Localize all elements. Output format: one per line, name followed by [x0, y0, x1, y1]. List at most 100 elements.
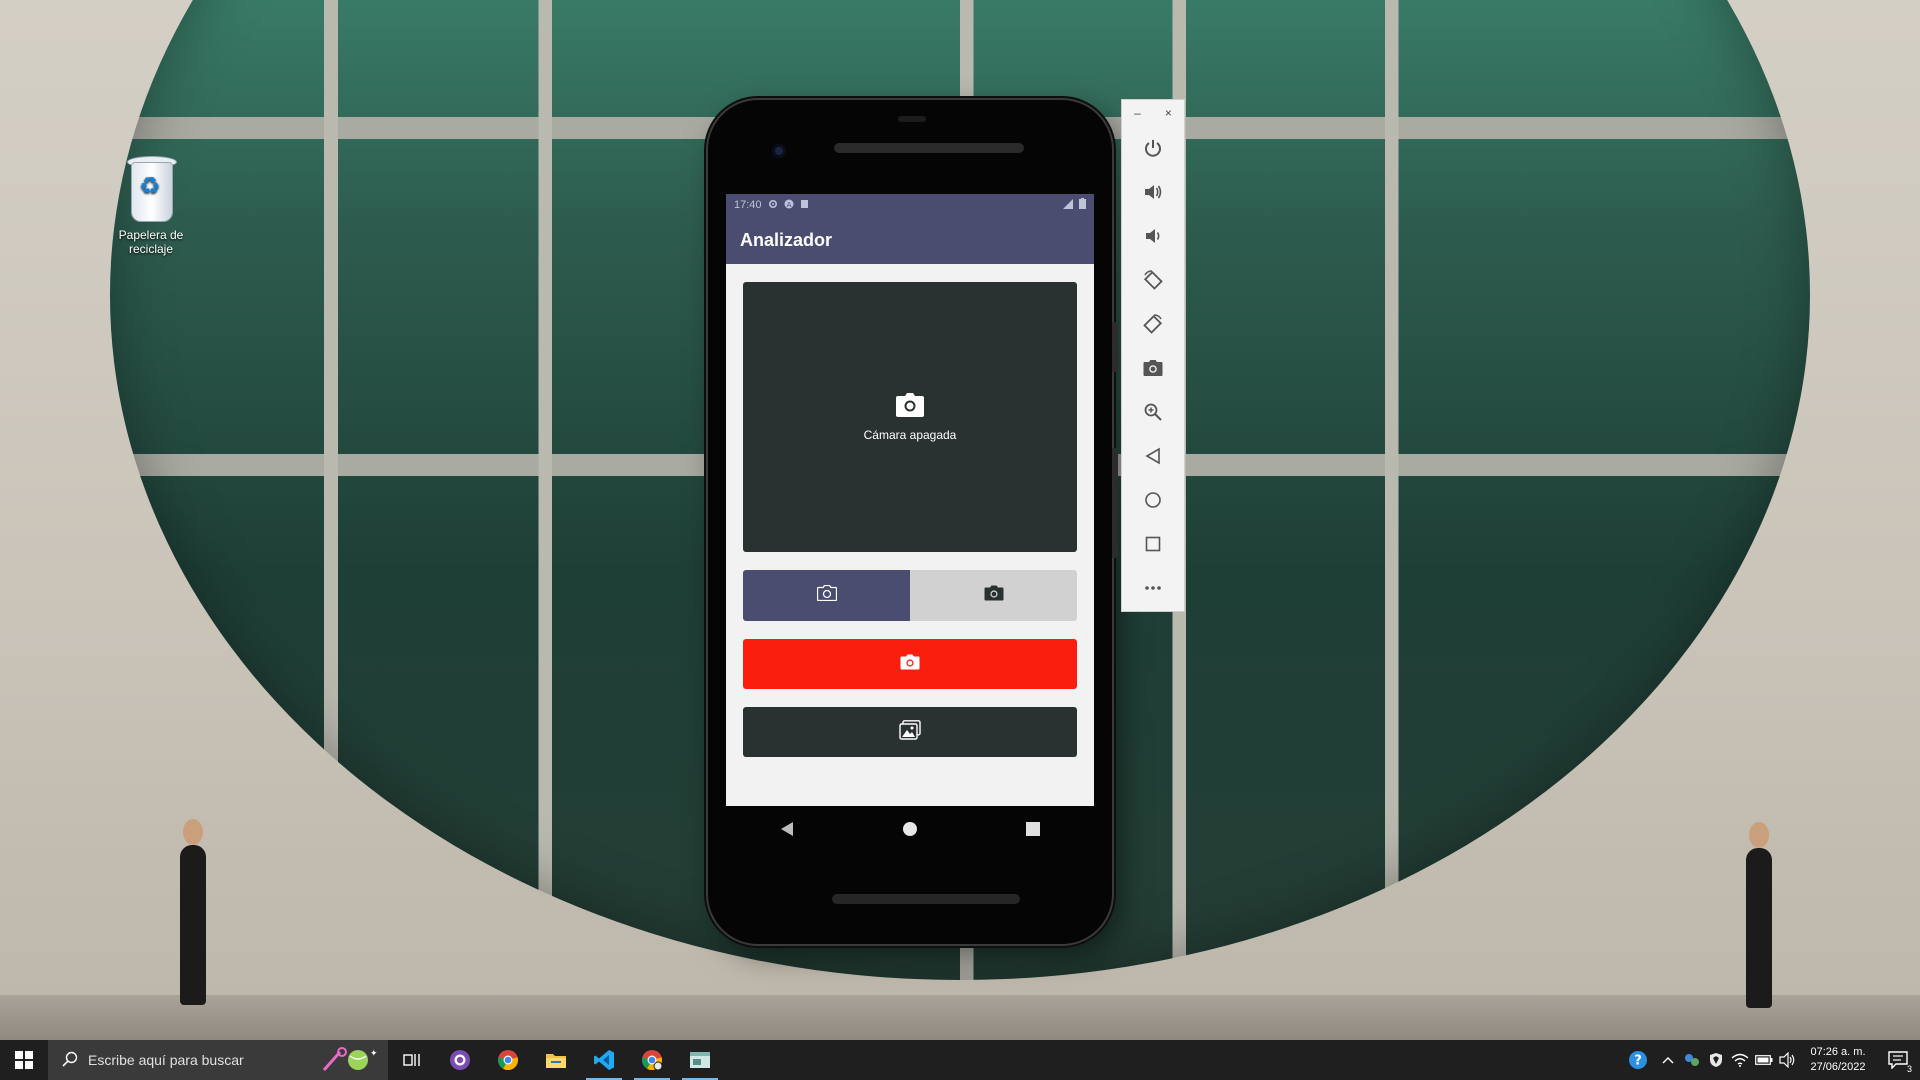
power-button[interactable] [1122, 126, 1184, 170]
search-highlight-icon: ✦ [320, 1046, 380, 1077]
toolbar-close-button[interactable]: × [1165, 106, 1172, 120]
svg-text:A: A [786, 201, 791, 209]
shield-icon [1710, 1053, 1722, 1067]
task-view-icon [403, 1054, 420, 1066]
front-camera [772, 144, 786, 158]
network-share-icon [1685, 1054, 1699, 1066]
camera-outline-icon [816, 584, 837, 606]
signal-icon [1063, 198, 1073, 212]
camera-switch-toggle [743, 570, 1077, 621]
start-button[interactable] [0, 1040, 48, 1080]
overview-button[interactable] [1122, 522, 1184, 566]
github-desktop-icon [450, 1050, 470, 1070]
more-options-button[interactable] [1122, 566, 1184, 610]
emulator-window-icon [690, 1052, 710, 1068]
recycle-bin-icon: ♻ [121, 152, 181, 224]
task-view-button[interactable] [388, 1040, 436, 1080]
overview-square-icon [1025, 822, 1040, 836]
svg-text:?: ? [1634, 1054, 1642, 1069]
phone-top-slit [898, 116, 926, 122]
vscode-icon [594, 1050, 614, 1070]
search-placeholder: Escribe aquí para buscar [88, 1052, 244, 1068]
gallery-icon [899, 719, 921, 745]
nav-overview-button[interactable] [1003, 822, 1063, 836]
camera-icon [896, 392, 924, 422]
camera-off-message: Cámara apagada [863, 427, 957, 442]
back-icon [1145, 447, 1160, 465]
system-tray: ? 07:26 a. m. 27/06/2022 3 [1620, 1040, 1920, 1080]
side-button-volume[interactable] [1112, 448, 1118, 558]
android-nav-bar [726, 806, 1094, 852]
taskbar-clock[interactable]: 07:26 a. m. 27/06/2022 [1800, 1045, 1876, 1075]
search-icon [62, 1051, 78, 1070]
taskbar-chrome[interactable] [484, 1040, 532, 1080]
clock-date: 27/06/2022 [1810, 1061, 1866, 1073]
toolbar-window-controls: – × [1122, 100, 1184, 126]
more-icon [1145, 586, 1161, 590]
tray-help[interactable]: ? [1620, 1040, 1656, 1080]
front-camera-option[interactable] [910, 570, 1077, 621]
settings-status-icon [768, 199, 778, 212]
back-triangle-icon [781, 822, 794, 836]
action-center-button[interactable]: 3 [1876, 1040, 1920, 1080]
recycle-bin-label: Papelera de reciclaje [118, 228, 184, 256]
open-gallery-button[interactable] [743, 707, 1077, 757]
status-time: 17:40 [734, 199, 762, 211]
chrome-icon [497, 1050, 519, 1071]
earpiece-speaker [834, 143, 1024, 153]
android-status-bar: 17:40 A [726, 194, 1094, 216]
nav-home-button[interactable] [880, 821, 940, 837]
taskbar-file-explorer[interactable] [532, 1040, 580, 1080]
taskbar-github-desktop[interactable] [436, 1040, 484, 1080]
taskbar-chrome-profile[interactable] [628, 1040, 676, 1080]
tray-wifi[interactable] [1728, 1040, 1752, 1080]
taskbar-vscode[interactable] [580, 1040, 628, 1080]
toolbar-minimize-button[interactable]: – [1134, 106, 1141, 120]
bottom-speaker [832, 894, 1020, 904]
volume-up-button[interactable] [1122, 170, 1184, 214]
rotate-right-button[interactable] [1122, 302, 1184, 346]
app-title: Analizador [740, 229, 833, 250]
tray-battery[interactable] [1752, 1040, 1776, 1080]
volume-down-icon [1146, 229, 1160, 243]
zoom-icon [1144, 403, 1162, 421]
nav-back-button[interactable] [757, 821, 817, 837]
app-bar: Analizador [726, 216, 1094, 264]
wallpaper-floor [0, 995, 1920, 1040]
app-content: Cámara apagada [726, 264, 1094, 775]
volume-down-button[interactable] [1122, 214, 1184, 258]
zoom-button[interactable] [1122, 390, 1184, 434]
wallpaper-person-left [180, 819, 206, 1005]
clock-time: 07:26 a. m. [1810, 1046, 1866, 1058]
wifi-icon [1731, 1053, 1749, 1067]
svg-text:✦: ✦ [370, 1049, 378, 1059]
a11y-status-icon: A [784, 199, 794, 212]
sd-card-status-icon [800, 199, 809, 212]
overview-icon [1145, 536, 1161, 552]
tray-volume[interactable] [1776, 1040, 1800, 1080]
side-button-power[interactable] [1112, 322, 1118, 372]
recycle-bin-shortcut[interactable]: ♻ Papelera de reciclaje [108, 152, 194, 256]
windows-taskbar: Escribe aquí para buscar ✦ ? 07:26 a. m.… [0, 1040, 1920, 1080]
taskbar-search-box[interactable]: Escribe aquí para buscar ✦ [48, 1040, 388, 1080]
take-screenshot-button[interactable] [1122, 346, 1184, 390]
chrome-profile-icon [641, 1050, 663, 1071]
phone-screen[interactable]: 17:40 A Analizador Cámara apagada [726, 194, 1094, 806]
taskbar-emulator[interactable] [676, 1040, 724, 1080]
screenshot-icon [1143, 360, 1163, 376]
tray-network-share[interactable] [1680, 1040, 1704, 1080]
help-icon: ? [1629, 1051, 1647, 1069]
rotate-left-button[interactable] [1122, 258, 1184, 302]
battery-icon [1079, 198, 1086, 212]
tray-vpn[interactable] [1704, 1040, 1728, 1080]
home-icon [1145, 492, 1161, 508]
rear-camera-option[interactable] [743, 570, 910, 621]
windows-logo-icon [15, 1051, 33, 1069]
back-button[interactable] [1122, 434, 1184, 478]
camera-filled-icon [984, 585, 1004, 606]
home-button[interactable] [1122, 478, 1184, 522]
emulator-phone-frame: 17:40 A Analizador Cámara apagada [708, 100, 1118, 944]
tray-show-hidden[interactable] [1656, 1040, 1680, 1080]
camera-icon [900, 654, 920, 675]
capture-photo-button[interactable] [743, 639, 1077, 689]
